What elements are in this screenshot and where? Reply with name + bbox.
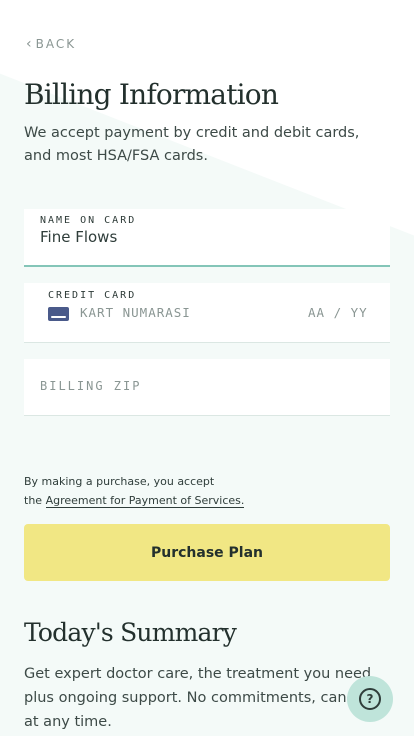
summary-title: Today's Summary: [24, 618, 237, 647]
payment-agreement-link[interactable]: Agreement for Payment of Services.: [45, 494, 245, 508]
intro-text: We accept payment by credit and debit ca…: [24, 125, 360, 164]
name-on-card-field[interactable]: NAME ON CARD Fine Flows: [24, 209, 390, 267]
name-on-card-label: NAME ON CARD: [40, 215, 137, 226]
back-link[interactable]: ‹ BACK: [26, 36, 76, 52]
billing-zip-input[interactable]: BILLING ZIP: [40, 379, 141, 393]
card-expiry-input[interactable]: AA / YY: [308, 305, 368, 320]
credit-card-label: CREDIT CARD: [48, 290, 137, 301]
terms-line-2: the Agreement for Payment of Services.: [24, 491, 245, 510]
purchase-plan-button[interactable]: Purchase Plan: [24, 524, 390, 581]
back-label: BACK: [35, 37, 77, 51]
page-title: Billing Information: [24, 78, 279, 111]
help-glyph: ?: [366, 692, 374, 706]
chevron-left-icon: ‹: [26, 36, 32, 52]
summary-text: Get expert doctor care, the treatment yo…: [24, 666, 372, 730]
credit-card-field[interactable]: CREDIT CARD KART NUMARASI AA / YY: [24, 283, 390, 343]
question-icon: ?: [359, 688, 381, 710]
name-on-card-input[interactable]: Fine Flows: [40, 228, 117, 246]
terms-prefix: the: [24, 494, 46, 507]
card-number-input[interactable]: KART NUMARASI: [80, 305, 191, 320]
terms-text: By making a purchase, you accept the Agr…: [24, 472, 245, 510]
billing-zip-field[interactable]: BILLING ZIP: [24, 359, 390, 416]
terms-line-1: By making a purchase, you accept: [24, 475, 215, 488]
credit-card-icon: [48, 307, 69, 321]
help-button[interactable]: ?: [347, 676, 393, 722]
